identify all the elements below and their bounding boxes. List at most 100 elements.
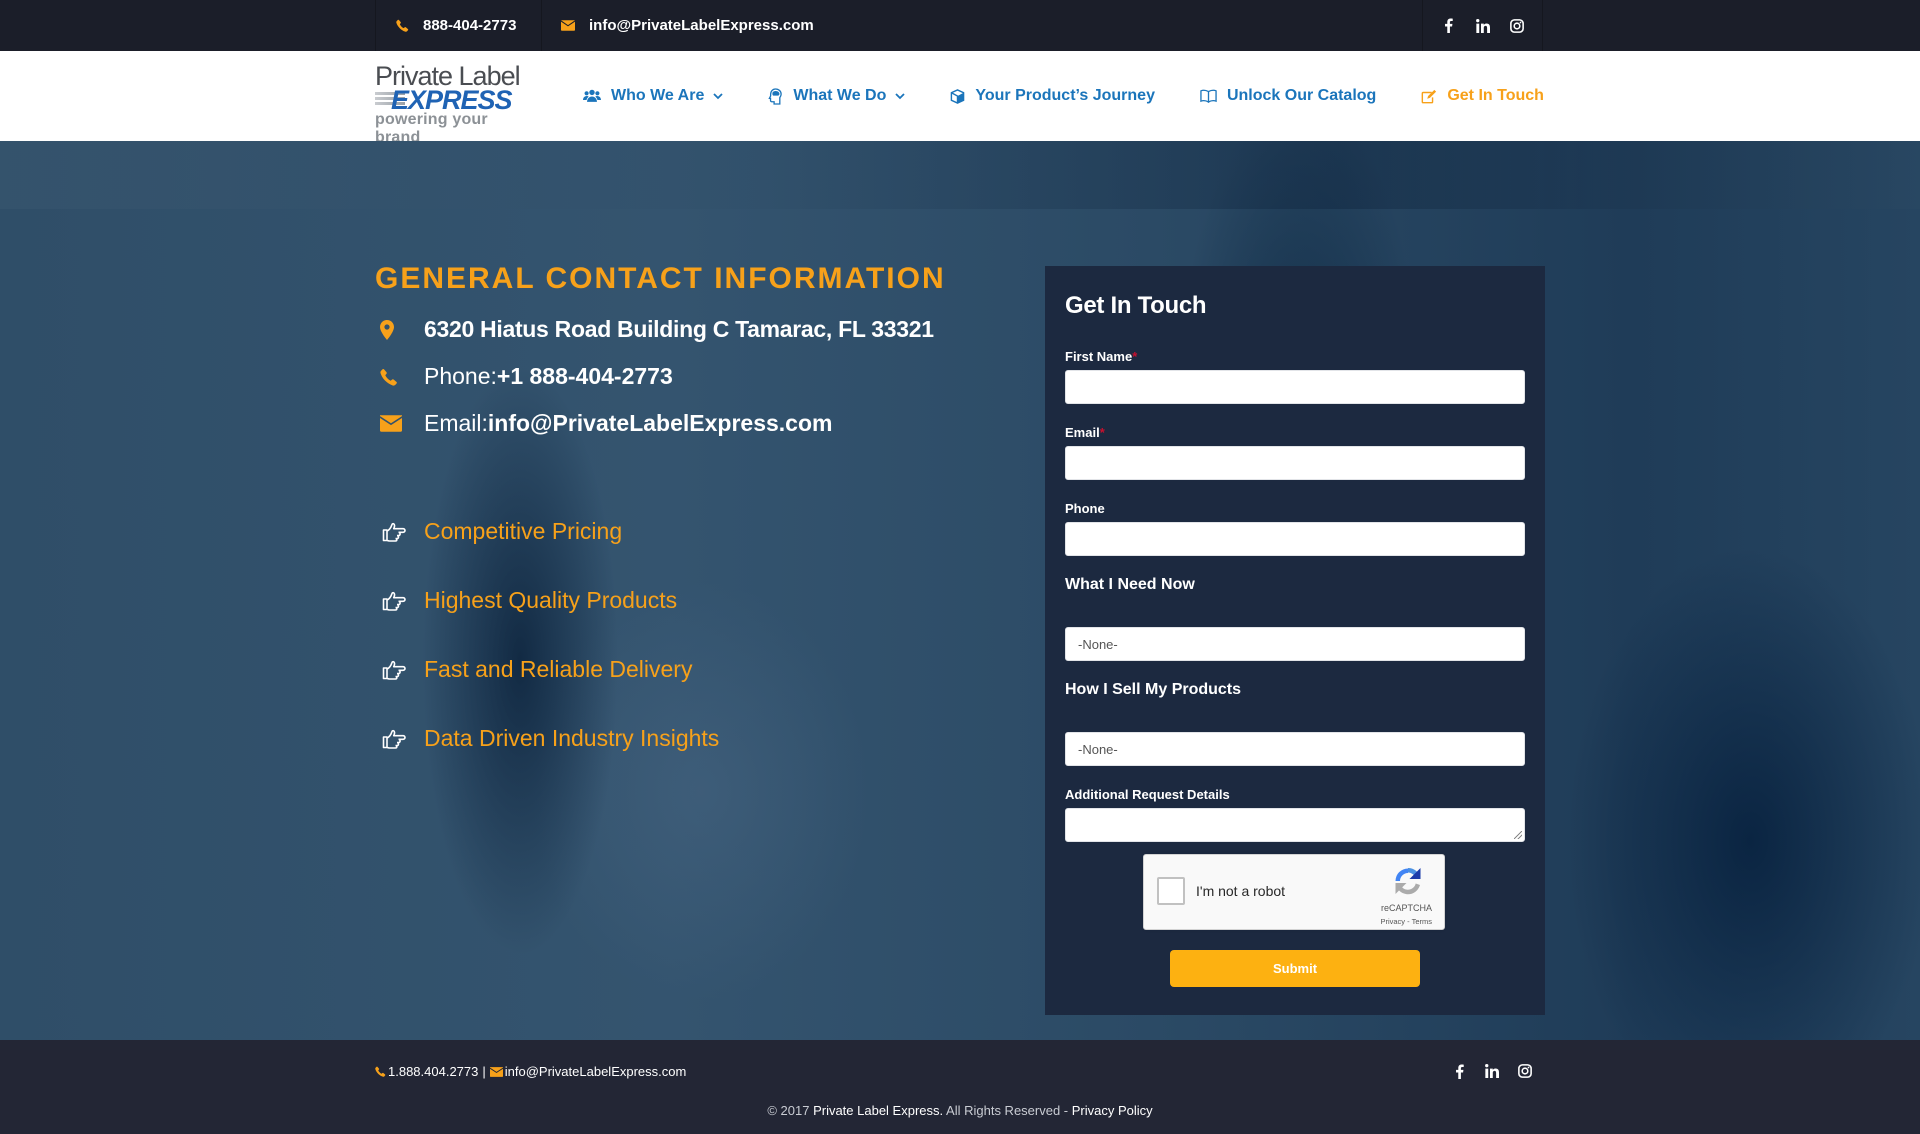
divider: [541, 0, 542, 51]
main-navbar: Private Label EXPRESS powering your bran…: [0, 51, 1920, 146]
top-email[interactable]: info@PrivateLabelExpress.com: [561, 0, 814, 51]
phone-icon: [380, 368, 424, 386]
address-text: 6320 Hiatus Road Building C Tamarac, FL …: [424, 316, 934, 342]
recaptcha-label: I'm not a robot: [1196, 883, 1286, 899]
first-name-label: First Name*: [1065, 349, 1137, 364]
instagram-icon[interactable]: [1508, 17, 1526, 35]
hand-pointing-icon: [382, 729, 424, 749]
feature-item: Highest Quality Products: [382, 587, 677, 614]
recaptcha-checkbox[interactable]: [1157, 877, 1185, 905]
phone-label: Phone: [1065, 501, 1105, 516]
sell-select-value: -None-: [1078, 741, 1118, 757]
top-phone[interactable]: 888-404-2773: [396, 0, 516, 51]
email-label: Email:: [424, 410, 488, 436]
chevron-down-icon: [895, 92, 906, 100]
hero-background-band: [0, 141, 1920, 209]
instagram-icon[interactable]: [1516, 1062, 1534, 1080]
email-label-text: Email: [1065, 425, 1100, 440]
need-select[interactable]: -None-: [1065, 627, 1525, 661]
details-label: Additional Request Details: [1065, 787, 1230, 802]
envelope-icon: [489, 1066, 503, 1077]
nav-label: Who We Are: [611, 87, 705, 104]
recaptcha-widget: I'm not a robot reCAPTCHA Privacy - Term…: [1143, 854, 1445, 930]
email-value[interactable]: info@PrivateLabelExpress.com: [488, 410, 833, 437]
logo-line2: EXPRESS: [375, 85, 532, 115]
nav-item-get-in-touch[interactable]: Get In Touch: [1421, 87, 1544, 105]
copyright-prefix: © 2017: [767, 1103, 814, 1118]
book-icon: [1200, 89, 1217, 103]
feature-item: Competitive Pricing: [382, 518, 622, 545]
phone-row: Phone: +1 888-404-2773: [380, 363, 673, 390]
logo-express: EXPRESS: [391, 85, 513, 115]
linkedin-icon[interactable]: [1474, 17, 1492, 35]
top-email-text: info@PrivateLabelExpress.com: [589, 17, 814, 34]
nav-menu: Who We Are What We Do Your Product’s Jou…: [583, 51, 1589, 141]
feature-text: Fast and Reliable Delivery: [424, 656, 693, 682]
head-icon: [768, 87, 783, 105]
rights-text: All Rights Reserved -: [943, 1103, 1072, 1118]
contact-heading: GENERAL CONTACT INFORMATION: [375, 262, 946, 295]
details-textarea-wrap: [1065, 808, 1525, 842]
nav-item-what-we-do[interactable]: What We Do: [768, 87, 906, 105]
phone-label: Phone:: [424, 363, 497, 389]
nav-label: Get In Touch: [1447, 87, 1544, 104]
feature-text: Highest Quality Products: [424, 587, 678, 613]
sell-select[interactable]: -None-: [1065, 732, 1525, 766]
feature-item: Fast and Reliable Delivery: [382, 656, 692, 683]
phone-icon: [396, 19, 409, 32]
required-mark: *: [1132, 349, 1138, 364]
facebook-icon[interactable]: [1450, 1062, 1468, 1080]
footer-email[interactable]: info@PrivateLabelExpress.com: [505, 1064, 687, 1079]
footer-contact: 1.888.404.2773 | info@PrivateLabelExpres…: [375, 1064, 686, 1079]
hand-pointing-icon: [382, 522, 424, 542]
footer-separator: |: [482, 1064, 486, 1079]
nav-item-product-journey[interactable]: Your Product’s Journey: [950, 87, 1155, 105]
recaptcha-logo-icon: [1392, 865, 1424, 897]
privacy-policy-link[interactable]: Privacy Policy: [1072, 1103, 1153, 1118]
feature-text: Competitive Pricing: [424, 518, 623, 544]
form-title: Get In Touch: [1065, 292, 1207, 319]
footer-social-links: [1450, 1062, 1534, 1080]
nav-label: Unlock Our Catalog: [1226, 87, 1377, 104]
envelope-icon: [380, 415, 424, 432]
email-label: Email*: [1065, 425, 1105, 440]
copyright: © 2017 Private Label Express. All Rights…: [0, 1103, 1920, 1118]
need-label: What I Need Now: [1065, 576, 1195, 593]
logo[interactable]: Private Label EXPRESS powering your bran…: [375, 63, 532, 146]
nav-label: What We Do: [793, 87, 887, 104]
phone-input[interactable]: [1065, 522, 1525, 556]
footer-phone[interactable]: 1.888.404.2773: [388, 1064, 478, 1079]
top-bar-inner: 888-404-2773 info@PrivateLabelExpress.co…: [375, 0, 1543, 51]
feature-item: Data Driven Industry Insights: [382, 725, 719, 752]
top-social-links: [1422, 0, 1542, 51]
linkedin-icon[interactable]: [1483, 1062, 1501, 1080]
footer: 1.888.404.2773 | info@PrivateLabelExpres…: [0, 1040, 1920, 1134]
submit-button[interactable]: Submit: [1170, 950, 1420, 987]
first-name-label-text: First Name: [1065, 349, 1133, 364]
top-phone-text: 888-404-2773: [423, 17, 517, 34]
hero-section: GENERAL CONTACT INFORMATION 6320 Hiatus …: [0, 141, 1920, 1040]
resize-grip-icon[interactable]: [1514, 831, 1522, 839]
edit-icon: [1421, 89, 1437, 104]
map-marker-icon: [380, 319, 424, 340]
email-input[interactable]: [1065, 446, 1525, 480]
hand-pointing-icon: [382, 660, 424, 680]
top-bar: 888-404-2773 info@PrivateLabelExpress.co…: [0, 0, 1920, 51]
nav-label: Your Product’s Journey: [975, 87, 1155, 104]
first-name-input[interactable]: [1065, 370, 1525, 404]
facebook-icon[interactable]: [1439, 17, 1457, 35]
nav-item-catalog[interactable]: Unlock Our Catalog: [1200, 87, 1376, 105]
need-select-value: -None-: [1078, 636, 1118, 652]
address-row: 6320 Hiatus Road Building C Tamarac, FL …: [380, 316, 934, 343]
envelope-icon: [561, 20, 575, 31]
nav-item-who-we-are[interactable]: Who We Are: [583, 87, 723, 105]
phone-icon: [375, 1066, 386, 1077]
contact-form-panel: Get In Touch First Name* Email* Phone Wh…: [1045, 266, 1545, 1015]
company-name: Private Label Express.: [813, 1103, 944, 1118]
phone-value[interactable]: +1 888-404-2773: [497, 363, 673, 390]
required-mark: *: [1099, 425, 1105, 440]
details-textarea[interactable]: [1065, 808, 1525, 842]
email-row: Email: info@PrivateLabelExpress.com: [380, 410, 832, 437]
recaptcha-terms-link[interactable]: Privacy - Terms: [1380, 917, 1432, 926]
chevron-down-icon: [713, 92, 723, 100]
